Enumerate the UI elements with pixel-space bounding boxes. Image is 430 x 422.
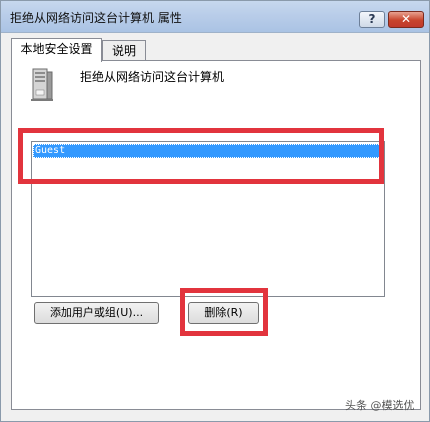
- add-user-or-group-button[interactable]: 添加用户或组(U)...: [34, 302, 159, 324]
- user-group-listbox[interactable]: Guest: [31, 141, 385, 297]
- title-bar[interactable]: 拒绝从网络访问这台计算机 属性 ? ✕: [1, 1, 429, 33]
- tab-local-security-setting[interactable]: 本地安全设置: [11, 38, 102, 62]
- close-button[interactable]: ✕: [388, 11, 424, 28]
- help-button[interactable]: ?: [359, 11, 385, 28]
- properties-dialog: 拒绝从网络访问这台计算机 属性 ? ✕ 本地安全设置 说明 拒绝从网络访问这台计…: [0, 0, 430, 422]
- server-icon: [31, 68, 53, 101]
- policy-title: 拒绝从网络访问这台计算机: [80, 70, 225, 84]
- list-item-guest[interactable]: Guest: [33, 144, 383, 158]
- tab-explain[interactable]: 说明: [102, 40, 146, 62]
- watermark-text: 头条 @模选优: [345, 399, 415, 412]
- window-title: 拒绝从网络访问这台计算机 属性: [10, 11, 182, 25]
- remove-button[interactable]: 删除(R): [188, 302, 259, 324]
